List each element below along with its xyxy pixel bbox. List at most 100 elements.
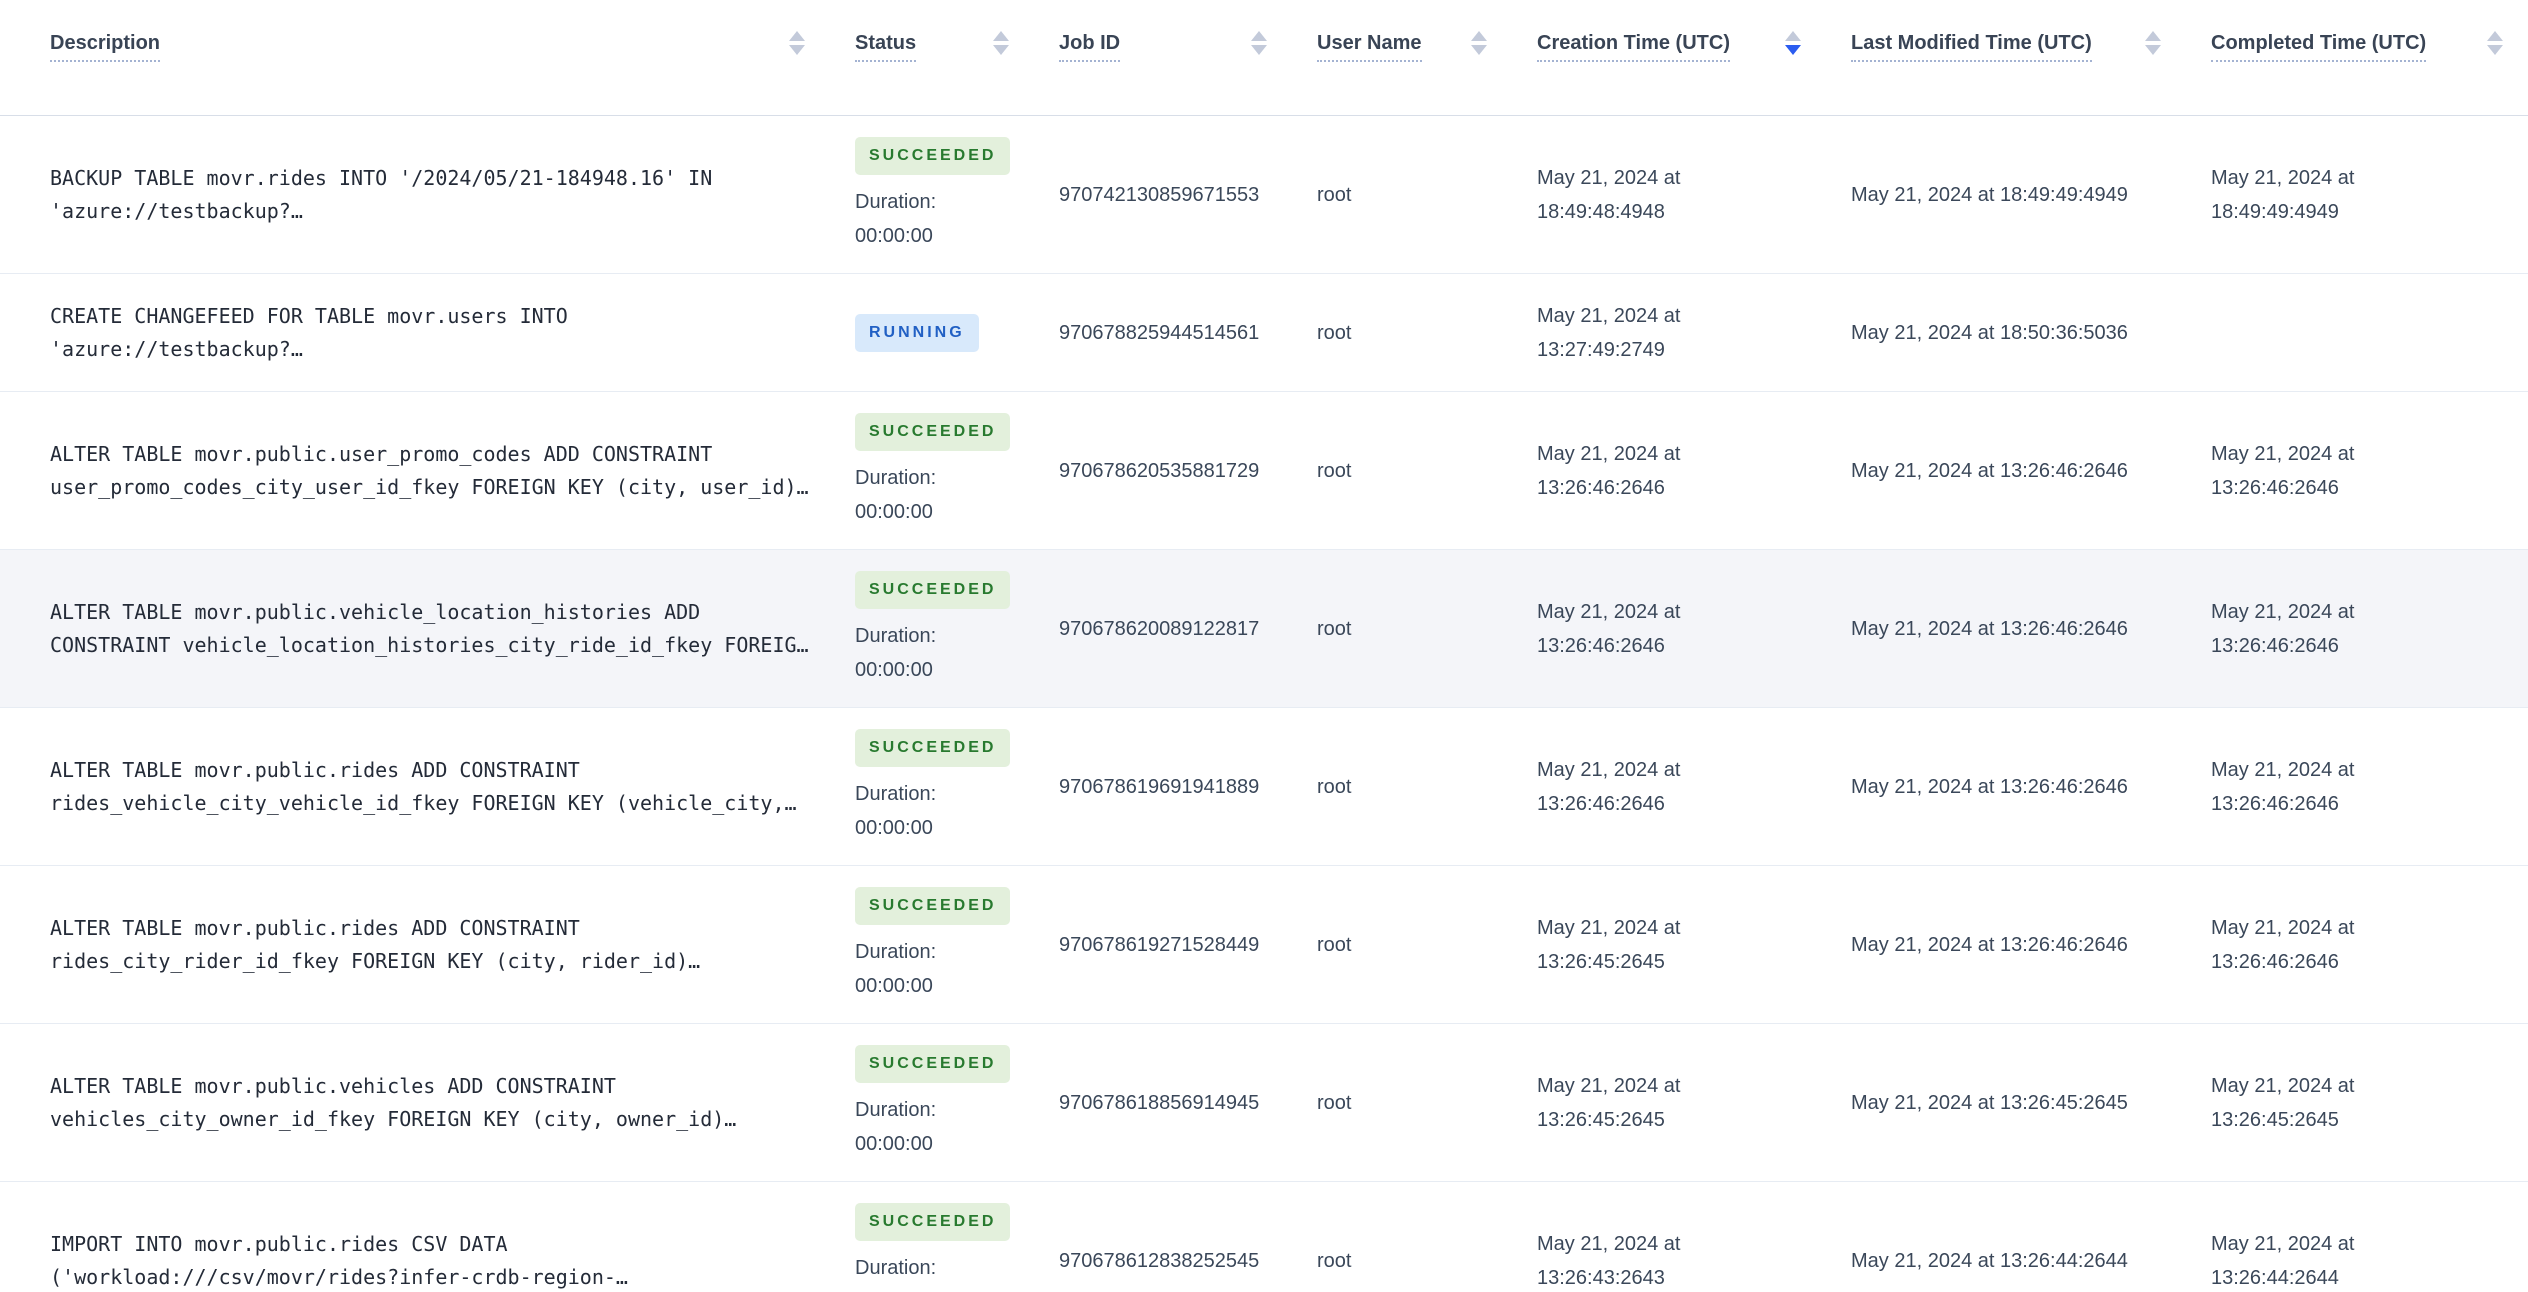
duration-value: 00:00:00 — [855, 1132, 933, 1155]
column-header-status[interactable]: Status — [830, 0, 1034, 116]
table-row[interactable]: ALTER TABLE movr.public.user_promo_codes… — [0, 391, 2528, 550]
table-row[interactable]: IMPORT INTO movr.public.rides CSV DATA ('… — [0, 1181, 2528, 1292]
column-header-last_modified_time[interactable]: Last Modified Time (UTC) — [1826, 0, 2186, 116]
completed-time-cell: May 21, 2024 at 13:26:44:2644 — [2186, 1181, 2528, 1292]
last-modified-time-cell: May 21, 2024 at 13:26:46:2646 — [1826, 549, 2186, 708]
completed-time-value: May 21, 2024 at — [2211, 442, 2355, 465]
table-row[interactable]: ALTER TABLE movr.public.vehicles ADD CON… — [0, 1023, 2528, 1182]
creation-time-value: 13:26:46:2646 — [1537, 476, 1665, 499]
job-id-cell: 970678619271528449 — [1034, 865, 1292, 1024]
table-row[interactable]: ALTER TABLE movr.public.vehicle_location… — [0, 549, 2528, 708]
table-row[interactable]: ALTER TABLE movr.public.rides ADD CONSTR… — [0, 707, 2528, 866]
column-header-job_id[interactable]: Job ID — [1034, 0, 1292, 116]
status-badge: SUCCEEDED — [855, 1044, 1011, 1083]
last-modified-time-cell: May 21, 2024 at 13:26:44:2644 — [1826, 1181, 2186, 1292]
creation-time-value: 13:26:43:2643 — [1537, 1266, 1665, 1289]
duration-label: Duration: — [855, 1098, 937, 1121]
duration-value: 00:00:00 — [855, 500, 933, 523]
completed-time-cell: May 21, 2024 at 13:26:45:2645 — [2186, 1023, 2528, 1182]
creation-time-value: May 21, 2024 at — [1537, 1232, 1681, 1255]
duration-label: Duration: — [855, 782, 937, 805]
job-id-cell: 970678825944514561 — [1034, 273, 1292, 392]
sort-icon[interactable] — [2487, 31, 2504, 55]
sort-icon[interactable] — [993, 31, 1010, 55]
job-id-value: 970678825944514561 — [1059, 321, 1260, 344]
description-cell: ALTER TABLE movr.public.rides ADD CONSTR… — [0, 865, 830, 1024]
duration-value: 00:00:00 — [855, 816, 933, 839]
duration-label: Duration: — [855, 1256, 937, 1279]
duration-value: 00:00:00 — [855, 658, 933, 681]
duration-label: Duration: — [855, 190, 937, 213]
status-badge: RUNNING — [855, 313, 979, 352]
status-cell: SUCCEEDED Duration: 00:00:00 — [830, 1181, 1034, 1292]
job-id-value: 970678620089122817 — [1059, 617, 1260, 640]
status-cell: SUCCEEDED Duration: 00:00:00 — [830, 115, 1034, 274]
job-id-value: 970678620535881729 — [1059, 459, 1260, 482]
creation-time-cell: May 21, 2024 at 13:26:46:2646 — [1512, 707, 1826, 866]
creation-time-value: 13:26:45:2645 — [1537, 1108, 1665, 1131]
user-name-cell: root — [1292, 1023, 1512, 1182]
last-modified-time-value: May 21, 2024 at 13:26:46:2646 — [1851, 459, 2128, 482]
completed-time-cell: May 21, 2024 at 13:26:46:2646 — [2186, 865, 2528, 1024]
sort-down-arrow-icon — [2145, 45, 2161, 55]
table-row[interactable]: ALTER TABLE movr.public.rides ADD CONSTR… — [0, 865, 2528, 1024]
job-description-line: CREATE CHANGEFEED FOR TABLE movr.users I… — [50, 303, 568, 328]
sort-up-arrow-icon — [2145, 31, 2161, 41]
column-header-creation_time[interactable]: Creation Time (UTC) — [1512, 0, 1826, 116]
completed-time-value: 13:26:44:2644 — [2211, 1266, 2339, 1289]
column-header-user_name[interactable]: User Name — [1292, 0, 1512, 116]
job-description-line: IMPORT INTO movr.public.rides CSV DATA — [50, 1231, 508, 1256]
last-modified-time-value: May 21, 2024 at 13:26:46:2646 — [1851, 775, 2128, 798]
job-id-cell: 970742130859671553 — [1034, 115, 1292, 274]
job-description-line: ALTER TABLE movr.public.user_promo_codes… — [50, 441, 713, 466]
sort-up-arrow-icon — [1251, 31, 1267, 41]
completed-time-value: May 21, 2024 at — [2211, 1232, 2355, 1255]
user-name-value: root — [1317, 775, 1352, 798]
creation-time-cell: May 21, 2024 at 13:26:46:2646 — [1512, 391, 1826, 550]
creation-time-value: 18:49:48:4948 — [1537, 200, 1665, 223]
sort-icon[interactable] — [789, 31, 806, 55]
status-badge: SUCCEEDED — [855, 412, 1011, 451]
status-badge: SUCCEEDED — [855, 1202, 1011, 1241]
user-name-value: root — [1317, 1091, 1352, 1114]
last-modified-time-cell: May 21, 2024 at 13:26:46:2646 — [1826, 865, 2186, 1024]
job-id-value: 970742130859671553 — [1059, 183, 1260, 206]
description-cell: ALTER TABLE movr.public.vehicle_location… — [0, 549, 830, 708]
user-name-cell: root — [1292, 1181, 1512, 1292]
user-name-value: root — [1317, 933, 1352, 956]
status-badge: SUCCEEDED — [855, 570, 1011, 609]
jobs-table: Description Status Job ID User Name Creation… — [0, 0, 2528, 1292]
column-header-label: Completed Time (UTC) — [2211, 32, 2427, 62]
creation-time-cell: May 21, 2024 at 13:26:46:2646 — [1512, 549, 1826, 708]
creation-time-cell: May 21, 2024 at 13:26:45:2645 — [1512, 1023, 1826, 1182]
description-cell: CREATE CHANGEFEED FOR TABLE movr.users I… — [0, 273, 830, 392]
column-header-label: Creation Time (UTC) — [1537, 32, 1730, 62]
last-modified-time-cell: May 21, 2024 at 13:26:46:2646 — [1826, 707, 2186, 866]
creation-time-value: 13:27:49:2749 — [1537, 338, 1665, 361]
sort-down-arrow-icon — [993, 45, 1009, 55]
sort-icon[interactable] — [1251, 31, 1268, 55]
completed-time-cell: May 21, 2024 at 13:26:46:2646 — [2186, 549, 2528, 708]
last-modified-time-value: May 21, 2024 at 13:26:46:2646 — [1851, 617, 2128, 640]
status-cell: SUCCEEDED Duration: 00:00:00 — [830, 865, 1034, 1024]
completed-time-value: May 21, 2024 at — [2211, 166, 2355, 189]
jobs-table-header: Description Status Job ID User Name Creation… — [0, 0, 2528, 116]
column-header-completed_time[interactable]: Completed Time (UTC) — [2186, 0, 2528, 116]
description-cell: ALTER TABLE movr.public.vehicles ADD CON… — [0, 1023, 830, 1182]
duration-label: Duration: — [855, 940, 937, 963]
creation-time-value: May 21, 2024 at — [1537, 1074, 1681, 1097]
sort-icon[interactable] — [2145, 31, 2162, 55]
description-cell: IMPORT INTO movr.public.rides CSV DATA ('… — [0, 1181, 830, 1292]
job-description-line: rides_vehicle_city_vehicle_id_fkey FOREI… — [50, 790, 797, 815]
jobs-table-body: BACKUP TABLE movr.rides INTO '/2024/05/2… — [0, 115, 2528, 1292]
job-description-line: ALTER TABLE movr.public.rides ADD CONSTR… — [50, 757, 580, 782]
table-row[interactable]: BACKUP TABLE movr.rides INTO '/2024/05/2… — [0, 115, 2528, 274]
user-name-value: root — [1317, 321, 1352, 344]
sort-icon[interactable] — [1471, 31, 1488, 55]
creation-time-value: 13:26:46:2646 — [1537, 792, 1665, 815]
sort-up-arrow-icon — [1785, 31, 1801, 41]
sort-icon[interactable] — [1785, 31, 1802, 55]
completed-time-value: 13:26:46:2646 — [2211, 792, 2339, 815]
column-header-description[interactable]: Description — [0, 0, 830, 116]
table-row[interactable]: CREATE CHANGEFEED FOR TABLE movr.users I… — [0, 273, 2528, 392]
